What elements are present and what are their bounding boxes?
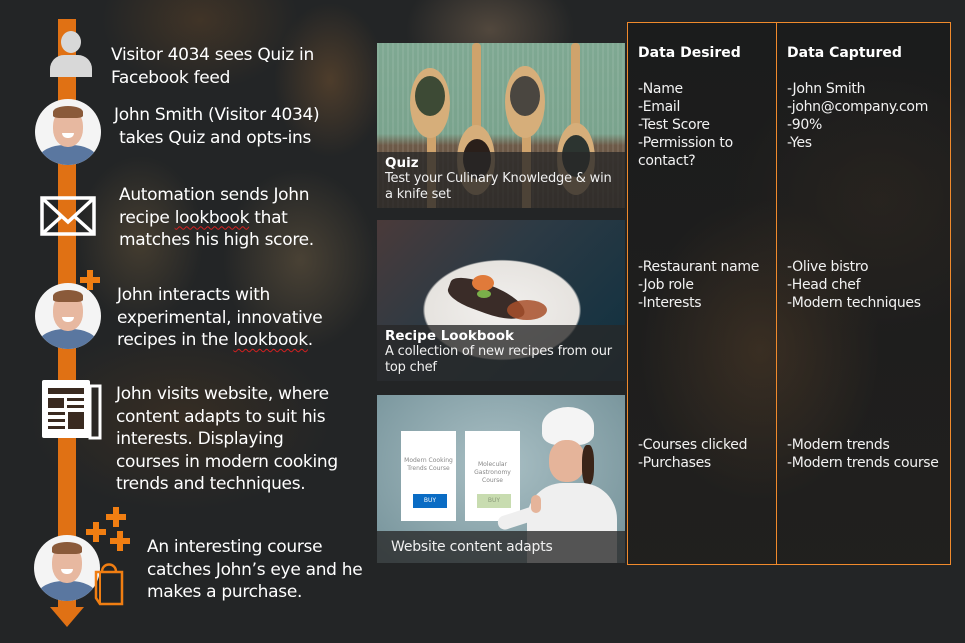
desired-item: -Interests [638, 295, 702, 311]
step-6-text: An interesting course catches John’s eye… [147, 536, 363, 604]
shopping-bag-icon [94, 563, 124, 606]
website-caption: Website content adapts [377, 531, 625, 563]
desired-item: -Restaurant name [638, 259, 760, 275]
newspaper-icon [42, 380, 102, 440]
step-3-line: matches his high score. [119, 230, 314, 250]
course-title: Modern Cooking Trends Course [404, 457, 453, 472]
desired-group-3: -Courses clicked -Purchases [638, 436, 747, 472]
column-divider [776, 23, 777, 564]
captured-item: -Modern trends [787, 437, 890, 453]
avatar [34, 535, 100, 601]
desired-item: -Job role [638, 277, 694, 293]
step-1-line: Facebook feed [111, 67, 231, 88]
envelope-icon [40, 196, 96, 236]
step-2-text: John Smith (Visitor 4034) takes Quiz and… [114, 104, 320, 149]
captured-group-2: -Olive bistro -Head chef -Modern techniq… [787, 258, 921, 312]
desired-item: -Email [638, 99, 681, 115]
step-6-line: makes a purchase. [147, 582, 303, 602]
website-title: Website content adapts [391, 539, 553, 555]
step-6-line: An interesting course [147, 537, 323, 557]
step-3-line: recipe lookbook that [119, 207, 288, 228]
course-card-molecular-gastronomy[interactable]: Molecular Gastronomy Course BUY [465, 431, 520, 521]
captured-item: -Modern techniques [787, 295, 921, 311]
step-1-text: Visitor 4034 sees Quiz in Facebook feed [111, 44, 314, 89]
buy-button[interactable]: BUY [413, 494, 447, 508]
avatar [35, 99, 101, 165]
step-2-line: takes Quiz and opts-ins [114, 127, 312, 148]
desired-group-2: -Restaurant name -Job role -Interests [638, 258, 759, 312]
desired-item: -Permission to [638, 135, 733, 151]
header-data-captured: Data Captured [787, 45, 902, 61]
step-3-line: Automation sends John [119, 185, 310, 205]
recipe-caption: Recipe Lookbook A collection of new reci… [377, 325, 625, 381]
timeline-arrow-icon [50, 607, 84, 627]
plus-icon [106, 507, 126, 527]
captured-group-3: -Modern trends -Modern trends course [787, 436, 939, 472]
desired-group-1: -Name -Email -Test Score -Permission to … [638, 80, 733, 170]
user-icon [50, 31, 92, 77]
plus-icon [80, 270, 100, 290]
recipe-lookbook-card[interactable]: Recipe Lookbook A collection of new reci… [377, 220, 625, 381]
quiz-title: Quiz [385, 155, 419, 171]
recipe-title: Recipe Lookbook [385, 328, 515, 344]
captured-item: -Modern trends course [787, 455, 939, 471]
quiz-caption: Quiz Test your Culinary Knowledge & win … [377, 152, 625, 208]
step-4-line: experimental, innovative [117, 307, 323, 328]
buy-button[interactable]: BUY [477, 494, 511, 508]
plus-icon [110, 531, 130, 551]
step-4-text: John interacts with experimental, innova… [117, 284, 323, 352]
desired-item: -Name [638, 81, 683, 97]
course-card-modern-cooking[interactable]: Modern Cooking Trends Course BUY [401, 431, 456, 521]
captured-item: -John Smith [787, 81, 866, 97]
desired-item: contact? [638, 153, 696, 169]
plus-icon [86, 522, 106, 542]
step-3-text: Automation sends John recipe lookbook th… [119, 184, 314, 252]
recipe-subtitle: A collection of new recipes from our top… [385, 344, 612, 375]
step-5-line: trends and techniques. [116, 474, 306, 494]
step-4-line: recipes in the lookbook. [117, 330, 313, 350]
captured-item: -Yes [787, 135, 812, 151]
step-6-line: catches John’s eye and he [147, 559, 363, 580]
avatar [35, 283, 101, 349]
step-4-line: John interacts with [117, 285, 271, 305]
desired-item: -Courses clicked [638, 437, 748, 453]
step-1-line: Visitor 4034 sees Quiz in [111, 45, 314, 65]
captured-item: -john@company.com [787, 99, 929, 115]
header-data-desired: Data Desired [638, 45, 741, 61]
captured-item: -Olive bistro [787, 259, 869, 275]
website-card[interactable]: Modern Cooking Trends Course BUY Molecul… [377, 395, 625, 563]
captured-item: -90% [787, 117, 822, 133]
course-title: Molecular Gastronomy Course [474, 461, 511, 484]
captured-group-1: -John Smith -john@company.com -90% -Yes [787, 80, 928, 152]
step-5-line: John visits website, where [116, 384, 329, 404]
data-table: Data Desired Data Captured -Name -Email … [627, 22, 951, 565]
desired-item: -Test Score [638, 117, 710, 133]
step-2-line: John Smith (Visitor 4034) [114, 105, 320, 125]
step-5-line: interests. Displaying [116, 429, 284, 449]
quiz-card[interactable]: Quiz Test your Culinary Knowledge & win … [377, 43, 625, 208]
quiz-subtitle: Test your Culinary Knowledge & win a kni… [385, 171, 612, 202]
desired-item: -Purchases [638, 455, 711, 471]
captured-item: -Head chef [787, 277, 861, 293]
step-5-line: courses in modern cooking [116, 451, 338, 472]
step-5-text: John visits website, where content adapt… [116, 383, 338, 496]
step-5-line: content adapts to suit his [116, 406, 326, 427]
